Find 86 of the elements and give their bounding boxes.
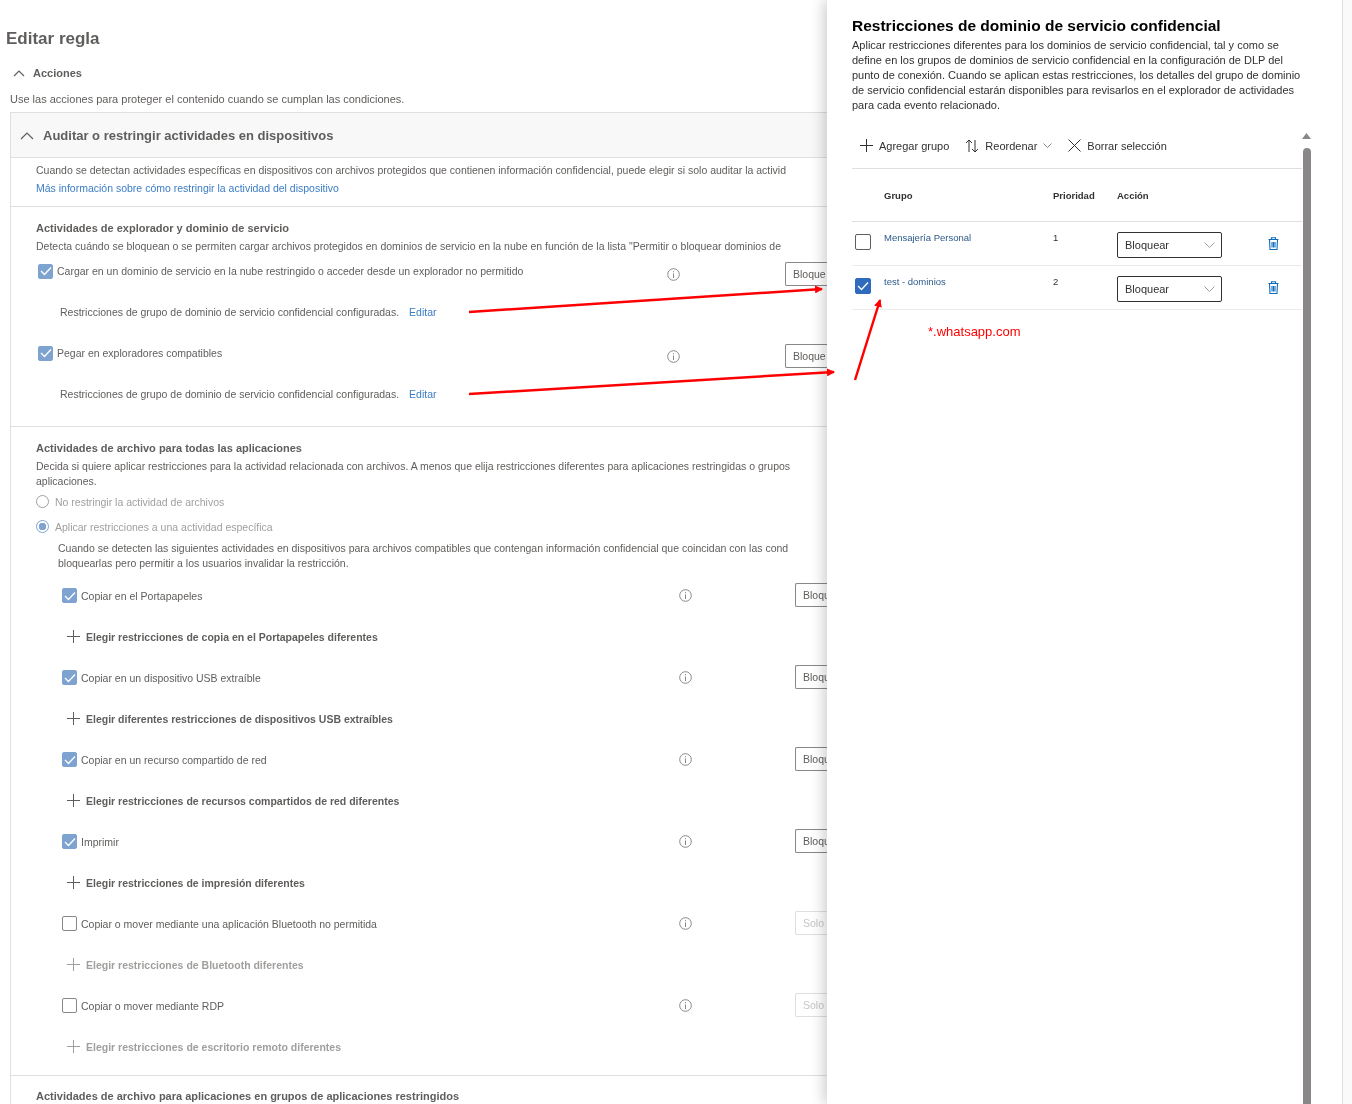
activity-label: Copiar o mover mediante RDP: [81, 999, 224, 1012]
activity-label: Cargar en un dominio de servicio en la nube restringido o acceder desde un explorador no permitido: [57, 265, 524, 277]
action-dropdown[interactable]: Bloquear: [1117, 276, 1222, 302]
restriction-note: Restricciones de grupo de dominio de servicio confidencial configuradas.: [60, 306, 400, 318]
info-icon[interactable]: [679, 917, 692, 930]
group-title: Actividades de archivo para aplicaciones en grupos de aplicaciones restringidos: [36, 1089, 461, 1104]
info-icon[interactable]: [679, 835, 692, 848]
toolbar-button[interactable]: Borrar selección: [1068, 139, 1167, 152]
plus-icon: [67, 876, 80, 889]
info-icon[interactable]: [679, 999, 692, 1012]
annotation-text: *.whatsapp.com: [928, 324, 1022, 339]
edit-link[interactable]: Editar: [409, 304, 437, 320]
scrollbar[interactable]: [1301, 130, 1313, 1104]
column-header[interactable]: Prioridad: [1053, 189, 1117, 201]
toolbar-button[interactable]: Agregar grupo: [860, 139, 950, 152]
add-restriction-button[interactable]: Elegir restricciones de recursos compartidos de red diferentes: [36, 780, 827, 821]
activity-label: Pegar en exploradores compatibles: [57, 347, 223, 359]
info-icon[interactable]: [667, 350, 680, 363]
section-title: Auditar o restringir actividades en dispositivos: [43, 127, 334, 143]
column-header[interactable]: Grupo: [884, 189, 1053, 201]
scroll-up-icon[interactable]: [1302, 133, 1311, 139]
activity-label: Imprimir: [81, 835, 119, 848]
panel-description: Aplicar restricciones diferentes para los dominios de servicio confidencial, tal y como se define en los grupos de dominios de servicio confidencial en la configuración de DLP del punto de conexión. Cuando se aplican estas restricciones, los detalles del grupo de dominio de servicio confidencial estarán disponibles para revisarlos en el explorador de actividades para cada evento relacionado.: [852, 38, 1302, 113]
close-icon: [1068, 139, 1082, 152]
actions-label[interactable]: Acciones: [33, 67, 82, 79]
add-restriction-button[interactable]: Elegir restricciones de copia en el Portapapeles diferentes: [36, 616, 827, 657]
panel-title: Restricciones de dominio de servicio confidencial: [852, 16, 1222, 36]
priority-cell-text: 2: [1053, 276, 1060, 287]
chevron-icon[interactable]: [13, 69, 25, 77]
chevron-icon[interactable]: [20, 130, 34, 140]
edit-link[interactable]: Editar: [409, 386, 437, 402]
section-header[interactable]: Auditar o restringir actividades en dispositivos: [11, 113, 827, 158]
plus-icon: [67, 1040, 80, 1053]
group-name[interactable]: Mensajería Personal: [884, 232, 1053, 243]
plus-icon: [67, 794, 80, 807]
radio-label: No restringir la actividad de archivos: [55, 495, 225, 508]
group-description: Detecta cuándo se bloquean o se permiten cargar archivos protegidos en dominios de servicio en la nube en función de la lista "Permitir o bloquear dominios de: [36, 239, 782, 254]
group-description: Decida si quiere aplicar restricciones para la actividad relacionada con archivos. A menos que elija restricciones diferentes para aplicaciones restringidas o grupos: [36, 459, 792, 474]
priority-cell-text: 1: [1053, 232, 1060, 243]
column-header[interactable]: Acción: [1117, 189, 1149, 201]
option-description: Cuando se detecten las siguientes actividades en dispositivos para archivos compatibles que contengan información confidencial que coincidan con las cond: [58, 541, 790, 556]
radio-label: Aplicar restricciones a una actividad específica: [55, 520, 273, 533]
group-name[interactable]: test - dominios: [884, 276, 1053, 287]
group-title: Actividades de archivo para todas las aplicaciones: [36, 441, 303, 456]
toolbar-button[interactable]: Reordenar: [965, 138, 1053, 153]
delete-icon[interactable]: [1268, 281, 1279, 294]
radio-button[interactable]: [36, 520, 49, 533]
learn-more-link[interactable]: Más información sobre cómo restringir la actividad del dispositivo: [36, 181, 339, 196]
info-icon[interactable]: [679, 671, 692, 684]
plus-icon: [67, 958, 80, 971]
page-title: Editar regla: [6, 28, 101, 50]
plus-icon: [67, 712, 80, 725]
info-icon[interactable]: [679, 753, 692, 766]
checkbox[interactable]: [62, 752, 77, 767]
checkbox[interactable]: [62, 670, 77, 685]
row-checkbox[interactable]: [855, 278, 871, 294]
add-icon: [860, 139, 873, 152]
add-restriction-button[interactable]: Elegir restricciones de impresión diferentes: [36, 862, 827, 903]
activity-label: Copiar en un recurso compartido de red: [81, 753, 267, 766]
add-restriction-button[interactable]: Elegir diferentes restricciones de dispositivos USB extraíbles: [36, 698, 827, 739]
option-description: bloquearlas pero permitir a los usuarios invalidar la restricción.: [58, 556, 350, 571]
checkbox[interactable]: [38, 345, 53, 361]
plus-icon: [67, 630, 80, 643]
actions-description: Use las acciones para proteger el contenido cuando se cumplan las condiciones.: [9, 92, 406, 107]
info-icon[interactable]: [679, 589, 692, 602]
checkbox[interactable]: [62, 834, 77, 849]
delete-icon[interactable]: [1268, 237, 1279, 250]
section-intro: Cuando se detectan actividades específicas en dispositivos con archivos protegidos que contienen información confidencial, puede elegir si solo auditar la activid: [36, 163, 788, 178]
checkbox[interactable]: [62, 998, 77, 1013]
checkbox[interactable]: [62, 916, 77, 931]
group-title: Actividades de explorador y dominio de servicio: [36, 221, 291, 236]
restriction-note: Restricciones de grupo de dominio de servicio confidencial configuradas.: [60, 388, 400, 400]
activity-label: Copiar o mover mediante una aplicación Bluetooth no permitida: [81, 917, 377, 930]
activity-label: Copiar en un dispositivo USB extraíble: [81, 671, 261, 684]
checkbox[interactable]: [62, 588, 77, 603]
checkbox[interactable]: [38, 263, 53, 279]
radio-button[interactable]: [36, 495, 49, 508]
action-dropdown[interactable]: Bloquear: [1117, 232, 1222, 258]
row-checkbox[interactable]: [855, 234, 871, 250]
group-description: aplicaciones.: [36, 474, 98, 489]
caret-icon: [1204, 241, 1215, 249]
caret-icon: [1043, 142, 1053, 149]
activity-label: Copiar en el Portapapeles: [81, 589, 203, 602]
sort-icon: [965, 138, 980, 153]
info-icon[interactable]: [667, 268, 680, 281]
caret-icon: [1204, 285, 1215, 293]
